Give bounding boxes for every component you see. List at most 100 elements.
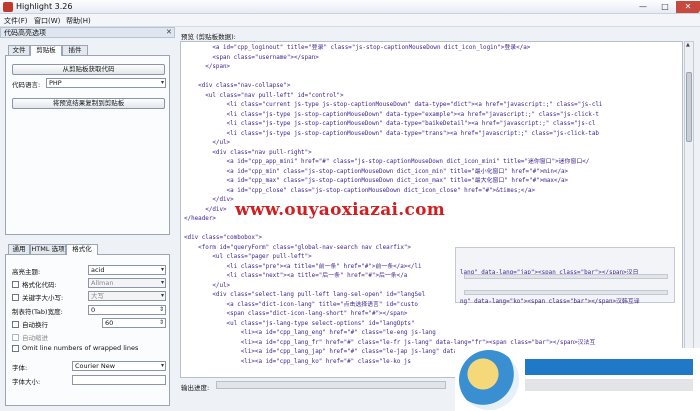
tab-formatting[interactable]: 格式化 <box>66 244 98 255</box>
tab-file[interactable]: 文件 <box>8 45 30 55</box>
format-code-checkbox-row[interactable]: 格式化代码: <box>12 279 57 289</box>
scroll-thumb[interactable] <box>686 72 692 142</box>
theme-label: 高亮主题: <box>12 268 41 276</box>
app-icon <box>3 2 13 12</box>
logo-emblem-icon <box>459 350 519 410</box>
font-size-input[interactable] <box>72 375 166 385</box>
chevron-down-icon: ▾ <box>160 266 164 273</box>
bottom-tabs: 通用 HTML 选项 格式化 <box>8 244 128 255</box>
omit-numbers-checkbox[interactable] <box>12 344 19 352</box>
panel-close-icon[interactable]: ✕ <box>166 28 172 36</box>
font-select[interactable]: Courier New ▾ <box>72 361 166 371</box>
stepper-arrows-icon[interactable]: ⇕ <box>159 319 164 327</box>
format-code-checkbox[interactable] <box>12 280 19 288</box>
tab-width-label: 制表符(Tab)宽度: <box>12 308 63 316</box>
code-language-select[interactable]: PHP ▾ <box>46 78 166 88</box>
omit-numbers-label: Omit line numbers of wrapped lines <box>22 344 139 352</box>
keyword-case-label: 关键字大小写: <box>22 294 64 302</box>
keyword-case-value: 大写 <box>91 292 104 300</box>
output-progress-label: 输出进度: <box>181 384 210 392</box>
font-label: 字体: <box>12 364 28 372</box>
wrap-width-stepper[interactable]: 60 ⇕ <box>102 318 166 328</box>
top-tabs: 文件 剪贴板 插件 <box>8 45 108 56</box>
tab-general[interactable]: 通用 <box>8 244 30 254</box>
auto-wrap-label: 自动换行 <box>22 321 48 329</box>
overlay-progress-bar <box>464 274 668 279</box>
scroll-up-icon[interactable]: ▲ <box>686 42 690 48</box>
formatting-panel: 高亮主题: acid ▾ 格式化代码: Allman ▾ 关键字大小写: 大写 … <box>5 254 170 406</box>
theme-select[interactable]: acid ▾ <box>88 265 166 275</box>
code-line: <li><a id="cpp_lang_fr" href="#" class="… <box>184 339 596 346</box>
preview-label: 预览 (剪贴板数据): <box>181 33 236 41</box>
code-line: <div class="combobox"> <box>184 235 263 241</box>
overlay-code-line: ng" data-lang="ko"><span class="bar"></s… <box>460 298 640 305</box>
output-progress-bar <box>216 381 446 389</box>
tab-clipboard[interactable]: 剪贴板 <box>30 45 62 56</box>
code-line: <span class="username"></span> <box>184 54 319 61</box>
font-size-label: 字体大小: <box>12 378 41 386</box>
code-line: <li class="js-type js-stop-captionMouseD… <box>184 130 599 137</box>
auto-indent-checkbox-row[interactable]: 自动缩进 <box>12 332 48 342</box>
left-panel-title: 代码高亮选项 <box>0 27 175 38</box>
stepper-arrows-icon[interactable]: ⇕ <box>159 306 164 314</box>
code-line: <div class="nav pull-right"> <box>184 149 312 156</box>
code-language-label: 代码语言: <box>12 81 41 89</box>
code-line: <li class="current js-type js-stop-capti… <box>184 102 603 108</box>
chevron-down-icon: ▾ <box>160 362 164 369</box>
tab-width-stepper[interactable]: 0 ⇕ <box>88 305 166 315</box>
code-line: <li><a id="cpp_lang_eng" href="#" class=… <box>184 330 436 336</box>
copy-preview-button[interactable]: 将预览结果复制到剪贴板 <box>12 98 165 109</box>
auto-wrap-checkbox-row[interactable]: 自动换行 <box>12 319 48 329</box>
code-line: <a id="cpp_loginout" title="登录" class="j… <box>184 45 531 51</box>
progress-overlay: lang" data-lang="jap"><span class="bar">… <box>455 247 675 305</box>
title-bar: Highlight 3.26 — □ ✕ <box>0 0 700 14</box>
wrap-width-value: 60 <box>105 319 114 327</box>
theme-value: acid <box>91 266 105 274</box>
vertical-scrollbar[interactable]: ▲ ▼ <box>684 41 694 378</box>
chevron-down-icon: ▾ <box>160 292 164 299</box>
close-icon[interactable]: ✕ <box>676 1 700 13</box>
clipboard-panel: 从剪贴板获取代码 代码语言: PHP ▾ 将预览结果复制到剪贴板 <box>5 55 170 235</box>
font-value: Courier New <box>75 362 116 370</box>
site-logo <box>455 348 700 411</box>
chevron-down-icon: ▾ <box>160 279 164 286</box>
keyword-case-select[interactable]: 大写 ▾ <box>88 291 166 301</box>
watermark-text: www.ouyaoxiazai.com <box>235 200 446 220</box>
menu-window[interactable]: 窗口(W) <box>34 16 60 26</box>
format-code-label: 格式化代码: <box>22 281 57 289</box>
auto-wrap-checkbox[interactable] <box>12 320 19 328</box>
code-line: <a id="cpp_min" class="js-stop-captionMo… <box>184 168 569 175</box>
format-style-value: Allman <box>91 279 114 287</box>
overlay-progress-bar <box>464 290 668 295</box>
tab-width-value: 0 <box>91 306 96 314</box>
chevron-down-icon: ▾ <box>160 79 164 86</box>
logo-banner <box>525 359 693 375</box>
code-line: </span> <box>184 64 231 70</box>
code-line: <div class="nav-collapse"> <box>184 83 291 89</box>
code-line: <li class="js-type js-stop-captionMouseD… <box>184 121 596 127</box>
keyword-case-checkbox[interactable] <box>12 293 19 301</box>
tab-html-options[interactable]: HTML 选项 <box>30 244 66 254</box>
keyword-case-checkbox-row[interactable]: 关键字大小写: <box>12 292 64 302</box>
omit-numbers-checkbox-row[interactable]: Omit line numbers of wrapped lines <box>12 344 138 353</box>
code-line: <a id="cpp_close" class="js-stop-caption… <box>184 187 536 194</box>
minimize-icon[interactable]: — <box>632 1 654 13</box>
code-line: <li class="js-type js-stop-captionMouseD… <box>184 111 599 118</box>
format-style-select[interactable]: Allman ▾ <box>88 278 166 288</box>
tab-plugins[interactable]: 插件 <box>62 45 88 55</box>
code-language-value: PHP <box>49 79 62 87</box>
window-title: Highlight 3.26 <box>16 2 73 11</box>
load-clipboard-button[interactable]: 从剪贴板获取代码 <box>12 64 165 75</box>
menu-file[interactable]: 文件(F) <box>4 16 28 26</box>
auto-indent-checkbox[interactable] <box>12 333 19 341</box>
code-line: <ul class="nav pull-left" id="control"> <box>184 92 344 99</box>
maximize-icon[interactable]: □ <box>654 1 676 13</box>
code-line: </ul> <box>184 140 231 146</box>
auto-indent-label: 自动缩进 <box>22 334 48 342</box>
logo-banner-sub <box>525 379 693 391</box>
menu-bar: 文件(F) 窗口(W) 帮助(H) <box>0 14 700 27</box>
code-line: <a id="cpp_app_mini" href="#" class="js-… <box>184 159 590 165</box>
menu-help[interactable]: 帮助(H) <box>66 16 91 26</box>
